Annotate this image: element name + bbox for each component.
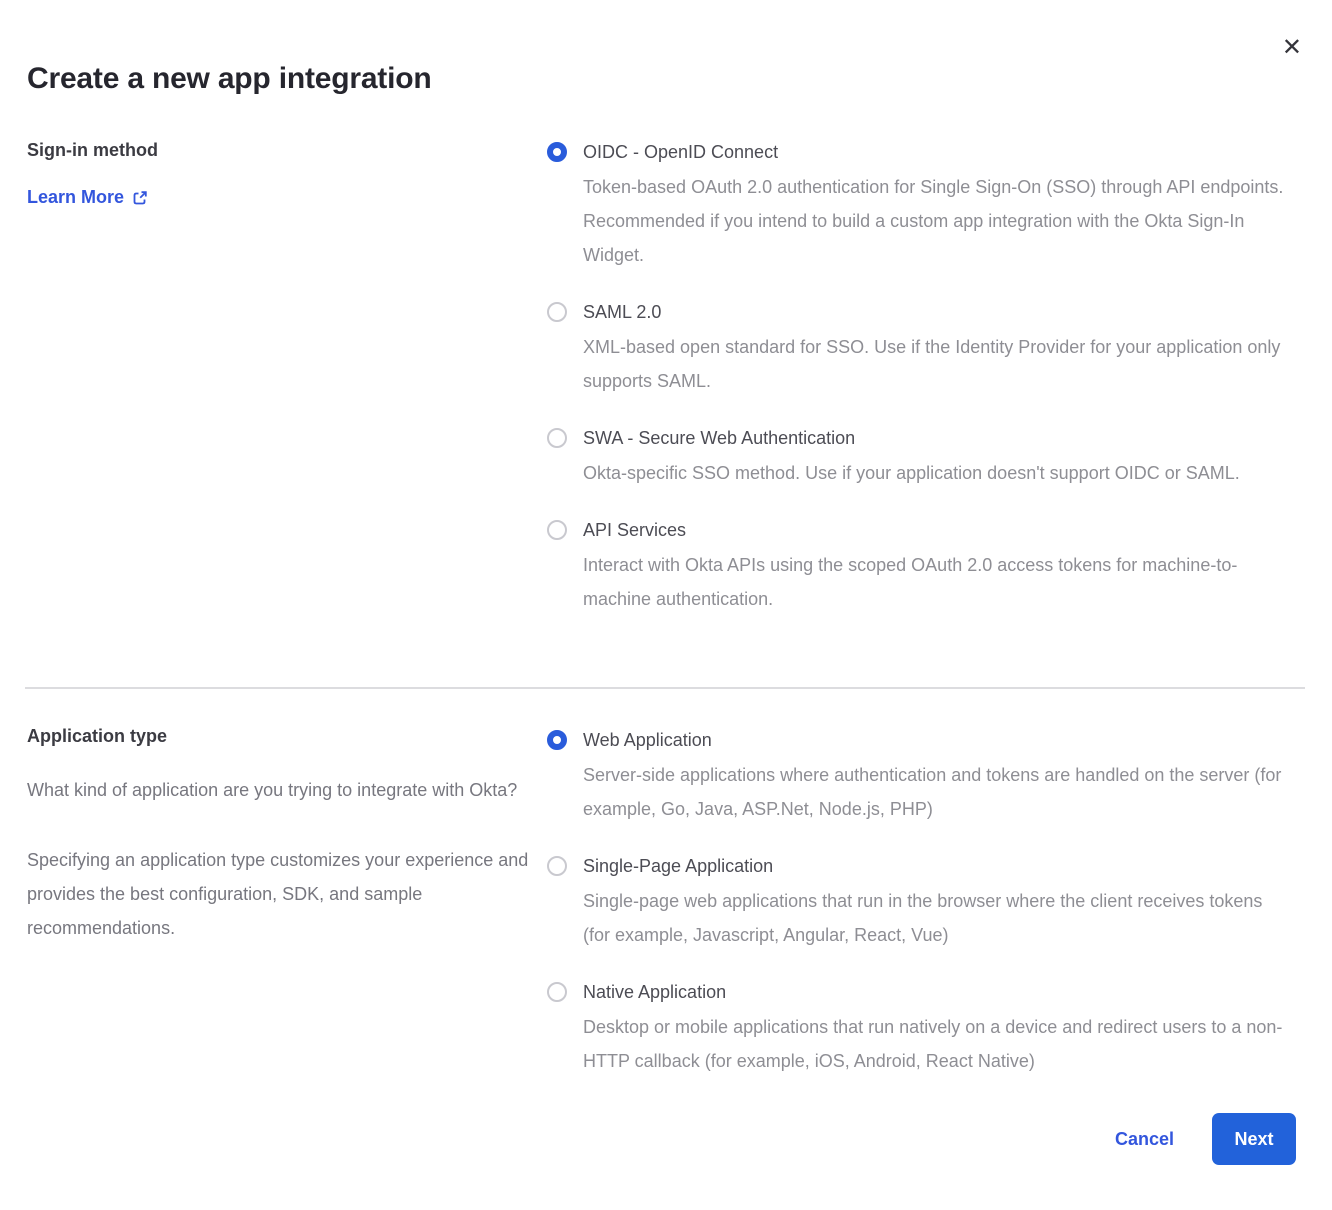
radio-option-text: SWA - Secure Web Authentication Okta-spe…	[583, 424, 1240, 490]
cancel-button[interactable]: Cancel	[1115, 1129, 1174, 1150]
radio-option[interactable]: Native Application Desktop or mobile app…	[546, 978, 1294, 1078]
radio-option-description: XML-based open standard for SSO. Use if …	[583, 330, 1294, 398]
radio-option-description: Token-based OAuth 2.0 authentication for…	[583, 170, 1294, 272]
radio-option[interactable]: SAML 2.0 XML-based open standard for SSO…	[546, 298, 1294, 398]
radio-option-label: SWA - Secure Web Authentication	[583, 424, 1240, 452]
signin-method-options: OIDC - OpenID Connect Token-based OAuth …	[546, 138, 1294, 642]
radio-option-text: Single-Page Application Single-page web …	[583, 852, 1294, 952]
learn-more-label: Learn More	[27, 187, 124, 208]
radio-icon[interactable]	[547, 428, 567, 448]
radio-icon[interactable]	[547, 856, 567, 876]
next-button[interactable]: Next	[1212, 1113, 1296, 1165]
radio-option-text: SAML 2.0 XML-based open standard for SSO…	[583, 298, 1294, 398]
radio-option-description: Okta-specific SSO method. Use if your ap…	[583, 456, 1240, 490]
radio-option-text: OIDC - OpenID Connect Token-based OAuth …	[583, 138, 1294, 272]
radio-option-label: API Services	[583, 516, 1294, 544]
signin-method-left-column: Sign-in method Learn More	[27, 140, 532, 208]
radio-icon[interactable]	[547, 302, 567, 322]
footer-actions: Cancel Next	[1115, 1113, 1296, 1165]
page-title: Create a new app integration	[27, 62, 431, 96]
radio-option-description: Interact with Okta APIs using the scoped…	[583, 548, 1294, 616]
section-divider	[25, 687, 1305, 689]
radio-option-label: Single-Page Application	[583, 852, 1294, 880]
application-type-left-column: Application type What kind of applicatio…	[27, 726, 532, 981]
radio-option-label: SAML 2.0	[583, 298, 1294, 326]
signin-method-label: Sign-in method	[27, 140, 532, 161]
radio-icon[interactable]	[547, 730, 567, 750]
application-type-explanation: Specifying an application type customize…	[27, 843, 532, 945]
radio-option[interactable]: Single-Page Application Single-page web …	[546, 852, 1294, 952]
radio-icon[interactable]	[547, 520, 567, 540]
application-type-label: Application type	[27, 726, 532, 747]
radio-option-description: Server-side applications where authentic…	[583, 758, 1294, 826]
radio-icon[interactable]	[547, 142, 567, 162]
radio-option-text: Web Application Server-side applications…	[583, 726, 1294, 826]
radio-option-label: OIDC - OpenID Connect	[583, 138, 1294, 166]
close-icon[interactable]: ✕	[1282, 36, 1302, 60]
learn-more-link[interactable]: Learn More	[27, 187, 148, 208]
application-type-options: Web Application Server-side applications…	[546, 726, 1294, 1104]
radio-icon[interactable]	[547, 982, 567, 1002]
radio-option-description: Desktop or mobile applications that run …	[583, 1010, 1294, 1078]
radio-option-label: Web Application	[583, 726, 1294, 754]
radio-option[interactable]: SWA - Secure Web Authentication Okta-spe…	[546, 424, 1294, 490]
radio-option[interactable]: OIDC - OpenID Connect Token-based OAuth …	[546, 138, 1294, 272]
radio-option[interactable]: Web Application Server-side applications…	[546, 726, 1294, 826]
radio-option[interactable]: API Services Interact with Okta APIs usi…	[546, 516, 1294, 616]
radio-option-label: Native Application	[583, 978, 1294, 1006]
application-type-question: What kind of application are you trying …	[27, 773, 532, 807]
radio-option-text: API Services Interact with Okta APIs usi…	[583, 516, 1294, 616]
radio-option-text: Native Application Desktop or mobile app…	[583, 978, 1294, 1078]
external-link-icon	[132, 190, 148, 206]
radio-option-description: Single-page web applications that run in…	[583, 884, 1294, 952]
